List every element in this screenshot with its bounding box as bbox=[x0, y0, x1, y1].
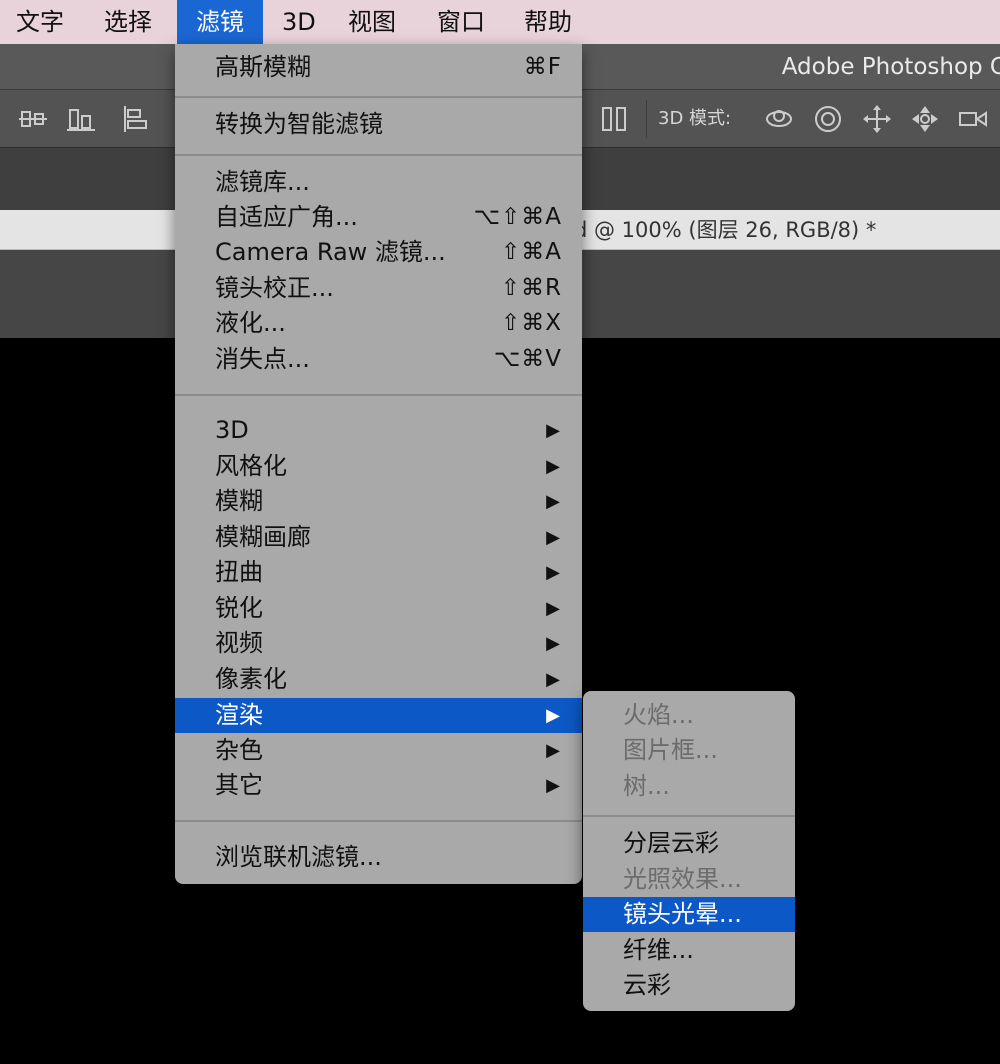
menu-item-label: 渲染 bbox=[215, 701, 263, 729]
menu-item-label: 转换为智能滤镜 bbox=[215, 110, 383, 138]
filter-menu: 高斯模糊 ⌘F 转换为智能滤镜 滤镜库... 自适应广角... ⌥⇧⌘A Cam… bbox=[175, 44, 582, 884]
menu-item-lens-correction[interactable]: 镜头校正... ⇧⌘R bbox=[175, 271, 582, 306]
submenu-arrow-icon: ▶ bbox=[546, 562, 560, 583]
shortcut: ⇧⌘X bbox=[500, 310, 562, 336]
submenu-arrow-icon: ▶ bbox=[546, 669, 560, 690]
submenu-item-fibers[interactable]: 纤维... bbox=[583, 933, 795, 968]
menu-item-video[interactable]: 视频 ▶ bbox=[175, 626, 582, 661]
align-bottom-icon[interactable] bbox=[66, 104, 96, 134]
menu-item-convert-smart-filter[interactable]: 转换为智能滤镜 bbox=[175, 107, 582, 142]
menu-select[interactable]: 选择 bbox=[92, 0, 164, 44]
submenu-item-lens-flare[interactable]: 镜头光晕... bbox=[583, 897, 795, 932]
menu-item-browse-online-filters[interactable]: 浏览联机滤镜... bbox=[175, 840, 582, 875]
menu-view[interactable]: 视图 bbox=[336, 0, 408, 44]
menu-item-label: 高斯模糊 bbox=[215, 53, 311, 81]
menu-item-sharpen[interactable]: 锐化 ▶ bbox=[175, 591, 582, 626]
submenu-item-tree: 树... bbox=[623, 772, 670, 800]
submenu-item-difference-clouds[interactable]: 分层云彩 bbox=[583, 826, 795, 861]
menu-item-camera-raw[interactable]: Camera Raw 滤镜... ⇧⌘A bbox=[175, 235, 582, 270]
menu-item-label: 浏览联机滤镜... bbox=[215, 843, 382, 871]
menu-item-label: 其它 bbox=[215, 771, 263, 799]
menu-item-label: 杂色 bbox=[215, 736, 263, 764]
menu-item-3d[interactable]: 3D ▶ bbox=[175, 413, 582, 448]
3d-slide-icon[interactable] bbox=[910, 104, 940, 134]
menu-item-label: 风格化 bbox=[215, 452, 287, 480]
menu-filter[interactable]: 滤镜 bbox=[177, 0, 263, 44]
menu-3d[interactable]: 3D bbox=[270, 0, 328, 44]
menu-window[interactable]: 窗口 bbox=[425, 0, 497, 44]
menu-separator bbox=[175, 820, 582, 822]
menu-text[interactable]: 文字 bbox=[4, 0, 76, 44]
3d-pan-icon[interactable] bbox=[862, 104, 892, 134]
shortcut: ⌘F bbox=[523, 54, 562, 80]
menu-item-filter-gallery[interactable]: 滤镜库... bbox=[175, 165, 582, 200]
menu-item-label: 像素化 bbox=[215, 665, 287, 693]
menu-item-label: Camera Raw 滤镜... bbox=[215, 238, 446, 266]
submenu-arrow-icon: ▶ bbox=[546, 456, 560, 477]
menu-item-pixelate[interactable]: 像素化 ▶ bbox=[175, 662, 582, 697]
submenu-item-flame: 火焰... bbox=[623, 701, 694, 729]
menu-item-label: 扭曲 bbox=[215, 558, 263, 586]
menu-item-noise[interactable]: 杂色 ▶ bbox=[175, 733, 582, 768]
menu-separator bbox=[175, 394, 582, 396]
menu-item-other[interactable]: 其它 ▶ bbox=[175, 768, 582, 803]
submenu-arrow-icon: ▶ bbox=[546, 775, 560, 796]
menu-item-label: 模糊画廊 bbox=[215, 523, 311, 551]
submenu-arrow-icon: ▶ bbox=[546, 527, 560, 548]
menu-item-label: 滤镜库... bbox=[215, 168, 310, 196]
menu-item-label: 3D bbox=[215, 416, 249, 444]
menu-separator bbox=[583, 815, 795, 817]
menu-item-render[interactable]: 渲染 ▶ bbox=[175, 698, 582, 733]
menu-item-label: 自适应广角... bbox=[215, 203, 358, 231]
menu-item-label: 镜头校正... bbox=[215, 274, 334, 302]
distribute-icon[interactable] bbox=[600, 104, 630, 134]
menu-separator bbox=[175, 154, 582, 156]
3d-mode-label: 3D 模式: bbox=[658, 108, 732, 129]
menu-item-gaussian-blur[interactable]: 高斯模糊 ⌘F bbox=[175, 50, 582, 85]
submenu-arrow-icon: ▶ bbox=[546, 633, 560, 654]
menu-item-distort[interactable]: 扭曲 ▶ bbox=[175, 555, 582, 590]
toolbar-separator bbox=[646, 100, 647, 138]
menu-item-label: 视频 bbox=[215, 629, 263, 657]
shortcut: ⌥⌘V bbox=[493, 346, 562, 372]
menu-item-vanishing-point[interactable]: 消失点... ⌥⌘V bbox=[175, 342, 582, 377]
align-left-icon[interactable] bbox=[120, 104, 150, 134]
menu-separator bbox=[175, 96, 582, 98]
3d-orbit-icon[interactable] bbox=[764, 104, 794, 134]
submenu-arrow-icon: ▶ bbox=[546, 740, 560, 761]
3d-roll-icon[interactable] bbox=[813, 104, 843, 134]
shortcut: ⌥⇧⌘A bbox=[473, 204, 562, 230]
align-vertical-center-icon[interactable] bbox=[18, 104, 48, 134]
3d-camera-icon[interactable] bbox=[958, 104, 988, 134]
menu-item-label: 锐化 bbox=[215, 594, 263, 622]
menu-item-adaptive-wide-angle[interactable]: 自适应广角... ⌥⇧⌘A bbox=[175, 200, 582, 235]
app-title: Adobe Photoshop C bbox=[781, 54, 1000, 80]
submenu-item-picture-frame: 图片框... bbox=[623, 736, 718, 764]
submenu-arrow-icon: ▶ bbox=[546, 598, 560, 619]
menu-item-label: 消失点... bbox=[215, 345, 310, 373]
submenu-item-lighting-effects: 光照效果... bbox=[623, 865, 742, 893]
submenu-item-clouds[interactable]: 云彩 bbox=[583, 968, 795, 1003]
submenu-arrow-icon: ▶ bbox=[546, 420, 560, 441]
menu-item-blur[interactable]: 模糊 ▶ bbox=[175, 484, 582, 519]
menu-item-label: 模糊 bbox=[215, 487, 263, 515]
render-submenu: 火焰... 图片框... 树... 分层云彩 光照效果... 镜头光晕... 纤… bbox=[583, 691, 795, 1011]
document-title: d @ 100% (图层 26, RGB/8) * bbox=[574, 218, 877, 242]
shortcut: ⇧⌘R bbox=[500, 275, 562, 301]
menu-item-liquify[interactable]: 液化... ⇧⌘X bbox=[175, 306, 582, 341]
menu-item-stylize[interactable]: 风格化 ▶ bbox=[175, 449, 582, 484]
menubar: 文字 选择 滤镜 3D 视图 窗口 帮助 bbox=[0, 0, 1000, 44]
menu-item-blur-gallery[interactable]: 模糊画廊 ▶ bbox=[175, 520, 582, 555]
menu-help[interactable]: 帮助 bbox=[512, 0, 584, 44]
submenu-arrow-icon: ▶ bbox=[546, 491, 560, 512]
submenu-arrow-icon: ▶ bbox=[546, 705, 560, 726]
shortcut: ⇧⌘A bbox=[500, 239, 562, 265]
menu-item-label: 液化... bbox=[215, 309, 286, 337]
